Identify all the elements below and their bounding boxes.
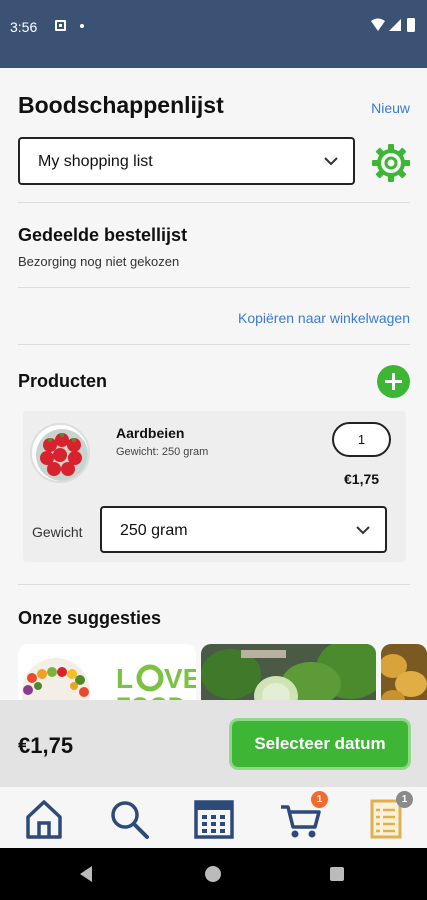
- copy-to-cart-link[interactable]: Kopiëren naar winkelwagen: [238, 310, 410, 326]
- svg-text:FOOD: FOOD: [116, 693, 185, 700]
- system-navigation: [0, 848, 427, 900]
- product-card: Aardbeien Gewicht: 250 gram 1 €1,75 Gewi…: [23, 411, 406, 562]
- add-product-button[interactable]: [377, 365, 410, 398]
- divider: [18, 287, 410, 288]
- nav-search[interactable]: [107, 797, 151, 841]
- divider: [18, 202, 410, 203]
- calendar-icon: [194, 800, 234, 839]
- product-name: Aardbeien: [116, 425, 185, 441]
- potatoes-photo: [381, 644, 427, 700]
- nav-calendar[interactable]: [192, 797, 236, 841]
- divider: [18, 344, 410, 345]
- products-title: Producten: [18, 371, 108, 391]
- bottom-navigation: 1 1: [0, 787, 427, 848]
- signal-icon: [389, 19, 401, 31]
- quantity-field[interactable]: 1: [332, 422, 391, 457]
- wifi-icon: [371, 18, 385, 31]
- status-bar: 3:56: [0, 0, 427, 68]
- page-title: Boodschappenlijst: [18, 92, 224, 118]
- main-content: Boodschappenlijst Nieuw My shopping list…: [0, 68, 427, 700]
- status-icons: [371, 18, 415, 32]
- back-icon[interactable]: [80, 866, 92, 882]
- nav-home[interactable]: [22, 797, 66, 841]
- battery-icon: [407, 18, 415, 32]
- status-time: 3:56: [10, 19, 38, 35]
- strawberry-image: [30, 423, 90, 483]
- svg-text:VE: VE: [164, 663, 196, 694]
- fruit-veg-illustration: L VE FOOD: [22, 658, 196, 700]
- strawberries-illustration: [36, 429, 88, 481]
- notification-dot-icon: [80, 24, 84, 28]
- gear-icon[interactable]: [371, 143, 411, 183]
- vegetables-photo: [201, 644, 376, 700]
- total-price: €1,75: [18, 733, 74, 758]
- shared-list-title: Gedeelde bestellijst: [18, 225, 188, 245]
- search-icon: [111, 801, 149, 839]
- shopping-list-select[interactable]: My shopping list: [18, 137, 355, 185]
- suggestion-card[interactable]: [201, 644, 376, 700]
- product-weight-text: Gewicht: 250 gram: [116, 446, 209, 458]
- suggestions-title: Onze suggesties: [18, 608, 162, 628]
- nav-cart[interactable]: 1: [279, 791, 328, 841]
- new-list-link[interactable]: Nieuw: [371, 100, 410, 116]
- weight-select[interactable]: 250 gram: [100, 506, 387, 553]
- love-food-logo: L VE FOOD: [116, 663, 196, 700]
- recent-apps-icon[interactable]: [330, 867, 344, 881]
- suggestion-card[interactable]: L VE FOOD: [18, 644, 196, 700]
- weight-select-value: 250 gram: [120, 522, 188, 539]
- chevron-down-icon: [324, 157, 338, 166]
- notification-icon: [55, 20, 66, 31]
- select-date-button[interactable]: Selecteer datum: [229, 718, 411, 770]
- checkout-bar: €1,75 Selecteer datum: [0, 700, 427, 787]
- weight-label: Gewicht: [32, 524, 83, 540]
- suggestions-carousel[interactable]: L VE FOOD: [18, 644, 427, 700]
- product-price: €1,75: [344, 471, 380, 487]
- list-badge: 1: [396, 791, 413, 808]
- home-icon: [26, 800, 62, 839]
- svg-text:L: L: [116, 663, 133, 694]
- divider: [18, 584, 410, 585]
- cart-badge: 1: [311, 791, 328, 808]
- shared-list-subtitle: Bezorging nog niet gekozen: [18, 254, 180, 269]
- home-button-icon[interactable]: [205, 866, 221, 882]
- chevron-down-icon: [356, 526, 370, 535]
- nav-list[interactable]: 1: [364, 791, 413, 841]
- shopping-list-select-value: My shopping list: [38, 153, 153, 170]
- suggestion-card[interactable]: [381, 644, 427, 700]
